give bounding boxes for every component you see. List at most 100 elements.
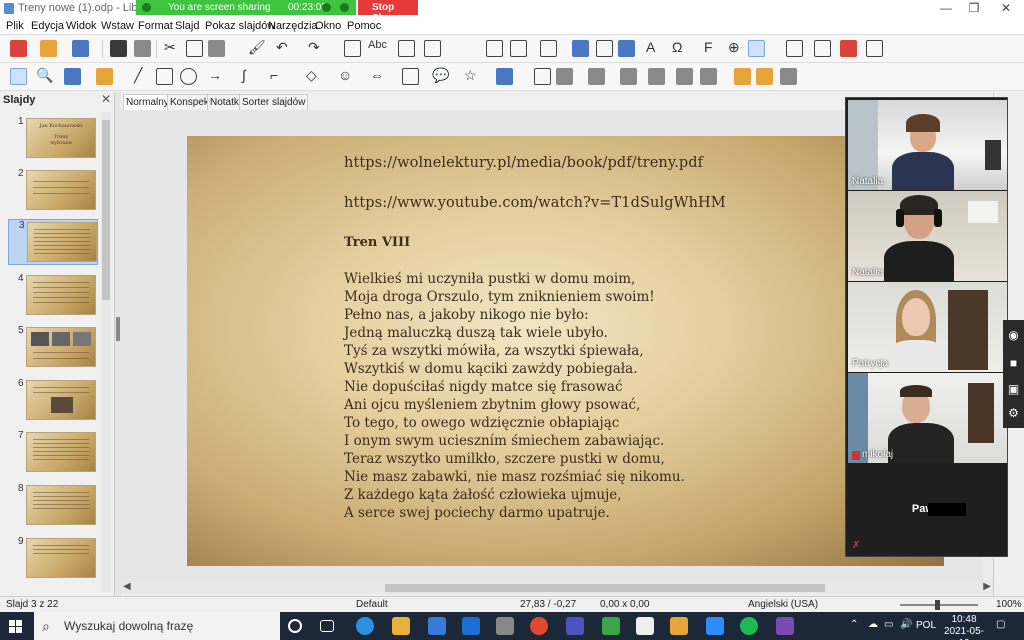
app-icon[interactable] — [776, 617, 794, 635]
text-language[interactable]: Angielski (USA) — [748, 599, 818, 610]
shadow-icon[interactable] — [620, 68, 637, 85]
ellipse-icon[interactable] — [180, 68, 197, 85]
export-pdf-icon[interactable] — [110, 40, 127, 57]
zoom-slider-handle[interactable] — [935, 600, 940, 610]
clone-format-icon[interactable]: 🖌 — [248, 39, 266, 56]
taskbar-search[interactable]: ⌕ Wyszukaj dowolną frazę — [34, 612, 280, 640]
tab-slide-sorter[interactable]: Sorter slajdów — [239, 94, 309, 110]
fontwork-icon[interactable]: F — [704, 39, 713, 55]
impress-taskbar-icon[interactable] — [670, 617, 688, 635]
camera-icon[interactable]: ◉ — [1006, 328, 1021, 342]
spotify-icon[interactable] — [740, 617, 758, 635]
input-language[interactable]: POL — [916, 620, 936, 631]
filter-icon[interactable] — [676, 68, 693, 85]
image-icon[interactable] — [572, 40, 589, 57]
youtube-link[interactable]: https://www.youtube.com/watch?v=T1dSulgW… — [344, 194, 726, 212]
tab-normal[interactable]: Normalny — [123, 94, 172, 110]
basic-shapes-icon[interactable]: ◇ — [306, 67, 317, 84]
duplicate-slide-icon[interactable] — [814, 40, 831, 57]
zoom-icon[interactable]: 🔍 — [36, 67, 53, 84]
slide-thumbnail-9[interactable]: 9 — [8, 536, 98, 590]
line-icon[interactable]: ╱ — [134, 67, 142, 84]
spelling-icon[interactable]: Abc — [368, 39, 387, 51]
menu-plik[interactable]: Plik — [6, 20, 24, 32]
close-button[interactable]: ✕ — [996, 1, 1016, 15]
volume-icon[interactable]: 🔊 — [900, 619, 912, 630]
master-slide-name[interactable]: Default — [356, 599, 388, 610]
file-explorer-icon[interactable] — [392, 617, 410, 635]
find-replace-icon[interactable] — [344, 40, 361, 57]
callout-icon[interactable]: 💬 — [432, 67, 449, 84]
save-icon[interactable] — [72, 40, 89, 57]
arrange-icon[interactable] — [588, 68, 605, 85]
menu-widok[interactable]: Widok — [66, 20, 97, 32]
insert-frame-icon[interactable] — [786, 40, 803, 57]
zoom-level[interactable]: 100% — [996, 599, 1022, 610]
chrome-icon[interactable] — [530, 617, 548, 635]
video-tile[interactable]: Patrycja — [848, 282, 1007, 372]
slide-thumbnail-2[interactable]: 2 — [8, 168, 98, 222]
slide-thumbnail-6[interactable]: 6 — [8, 378, 98, 432]
delete-slide-icon[interactable] — [840, 40, 857, 57]
new-slide-icon[interactable] — [510, 40, 527, 57]
connector-icon[interactable]: ⌐ — [270, 67, 278, 83]
new-icon[interactable] — [10, 40, 27, 57]
toggle-extrusion-icon[interactable] — [780, 68, 797, 85]
cut-icon[interactable]: ✂ — [164, 39, 176, 56]
transformations-icon[interactable] — [700, 68, 717, 85]
select-icon[interactable] — [10, 68, 27, 85]
taskbar-clock[interactable]: 10:48 2021-05-10 — [940, 614, 988, 640]
slides-scrollbar[interactable] — [101, 112, 111, 592]
media-icon[interactable] — [596, 40, 613, 57]
restore-button[interactable]: ❐ — [964, 1, 984, 15]
teams-icon[interactable] — [566, 617, 584, 635]
menu-okno[interactable]: Okno — [315, 20, 341, 32]
settings-gear-icon[interactable]: ⚙ — [1006, 406, 1021, 420]
audio-icon[interactable] — [322, 3, 331, 12]
arrow-icon[interactable]: → — [208, 67, 222, 83]
hyperlink-icon[interactable]: ⊕ — [728, 39, 740, 56]
paste-icon[interactable] — [208, 40, 225, 57]
crop-icon[interactable] — [648, 68, 665, 85]
video-tile[interactable]: Natalia — [848, 100, 1007, 190]
security-icon[interactable] — [340, 3, 349, 12]
app-icon[interactable] — [602, 617, 620, 635]
edge-icon[interactable] — [356, 617, 374, 635]
document-icon[interactable] — [636, 617, 654, 635]
print-icon[interactable] — [134, 40, 151, 57]
slide-text-box[interactable]: https://wolnelektury.pl/media/book/pdf/t… — [344, 154, 726, 522]
slide-layout-icon[interactable] — [866, 40, 883, 57]
scroll-right-icon[interactable]: ▶ — [983, 581, 991, 592]
3d-objects-icon[interactable] — [496, 68, 513, 85]
special-char-icon[interactable]: Ω — [672, 39, 682, 55]
grid-icon[interactable] — [398, 40, 415, 57]
points-icon[interactable] — [734, 68, 751, 85]
slide-thumbnail-1[interactable]: 1 Jan Kochanowski Treny wybrane — [8, 116, 98, 170]
menu-edycja[interactable]: Edycja — [31, 20, 64, 32]
redo-icon[interactable]: ↷ — [308, 39, 320, 56]
minimize-button[interactable]: — — [936, 1, 956, 15]
menu-slajd[interactable]: Slajd — [175, 20, 199, 32]
collapse-handle[interactable] — [116, 317, 120, 341]
menu-narzedzia[interactable]: Narzędzia — [268, 20, 318, 32]
video-tile[interactable]: mikołaj — [848, 373, 1007, 463]
slide-thumbnail-4[interactable]: 4 — [8, 273, 98, 327]
rectangle-icon[interactable] — [156, 68, 173, 85]
table-icon[interactable] — [540, 40, 557, 57]
store-icon[interactable] — [428, 617, 446, 635]
mail-icon[interactable] — [462, 617, 480, 635]
rotate-icon[interactable] — [534, 68, 551, 85]
line-color-icon[interactable] — [64, 68, 81, 85]
menu-pomoc[interactable]: Pomoc — [347, 20, 381, 32]
gallery-icon[interactable]: ▣ — [1006, 382, 1021, 396]
network-icon[interactable]: ▭ — [884, 619, 893, 630]
menu-wstaw[interactable]: Wstaw — [101, 20, 134, 32]
menu-pokaz-slajdow[interactable]: Pokaz slajdów — [205, 20, 275, 32]
slide-thumbnail-7[interactable]: 7 — [8, 430, 98, 484]
fill-color-icon[interactable] — [96, 68, 113, 85]
menu-format[interactable]: Format — [138, 20, 173, 32]
chart-icon[interactable] — [618, 40, 635, 57]
close-icon[interactable]: ✕ — [101, 92, 111, 106]
show-draw-functions-icon[interactable] — [748, 40, 765, 57]
slide-thumbnail-8[interactable]: 8 — [8, 483, 98, 537]
